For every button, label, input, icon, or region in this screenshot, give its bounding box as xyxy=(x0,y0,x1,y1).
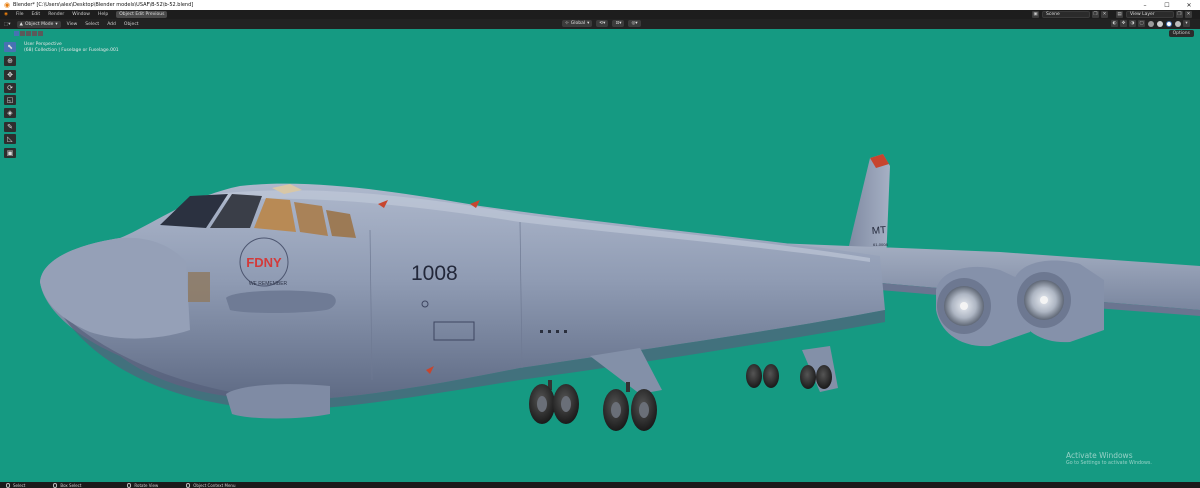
annotate-tool-icon[interactable]: ✎ xyxy=(4,121,16,132)
mouse-left-icon xyxy=(6,482,10,488)
transform-tool-icon[interactable]: ◈ xyxy=(4,107,16,118)
watermark-title: Activate Windows xyxy=(1066,451,1133,460)
tail-code-text: MT xyxy=(871,225,886,237)
status-hint-label: Rotate View xyxy=(134,482,159,488)
status-hint-box-select: Box Select xyxy=(53,482,82,488)
status-hint-label: Box Select xyxy=(60,482,82,488)
status-hint-label: Select xyxy=(13,482,26,488)
watermark-subtitle: Go to Settings to activate Windows. xyxy=(1066,461,1152,466)
nose-art-main: FDNY xyxy=(246,255,282,270)
nose-art-subtext: WE REMEMBER xyxy=(249,281,288,287)
activate-windows-watermark: Activate Windows Go to Settings to activ… xyxy=(1066,451,1152,466)
status-hint-context-menu: Object Context Menu xyxy=(186,482,236,488)
forward-landing-pod xyxy=(226,384,330,419)
cursor-tool-icon[interactable]: ⊕ xyxy=(4,56,16,66)
viewport-toolbar: ⬉ ⊕ ✥ ⟳ ◱ ◈ ✎ ◺ ▣ xyxy=(4,42,16,161)
status-hint-select: Select xyxy=(6,482,26,488)
move-tool-icon[interactable]: ✥ xyxy=(4,70,16,80)
side-blister xyxy=(226,290,336,313)
select-box-tool-icon[interactable]: ⬉ xyxy=(4,42,16,52)
rotate-tool-icon[interactable]: ⟳ xyxy=(4,82,16,93)
status-hint-rotate: Rotate View xyxy=(127,482,159,488)
tail-serial-text: 61-0008 xyxy=(873,242,888,247)
nose-radome xyxy=(40,237,190,339)
add-cube-tool-icon[interactable]: ▣ xyxy=(4,148,16,158)
b52-aircraft-render: FDNY WE REMEMBER 1008 MT 61-0008 xyxy=(40,154,1200,431)
landing-gear xyxy=(529,364,832,431)
scale-tool-icon[interactable]: ◱ xyxy=(4,95,16,105)
status-hint-label: Object Context Menu xyxy=(193,482,236,488)
mouse-right-icon xyxy=(186,482,191,488)
measure-tool-icon[interactable]: ◺ xyxy=(4,134,16,144)
tail-number-text: 1008 xyxy=(411,262,458,285)
mouse-middle-icon xyxy=(127,482,132,488)
status-bar: Select Box Select Rotate View Object Con… xyxy=(0,482,1200,488)
mouse-drag-icon xyxy=(53,482,58,488)
